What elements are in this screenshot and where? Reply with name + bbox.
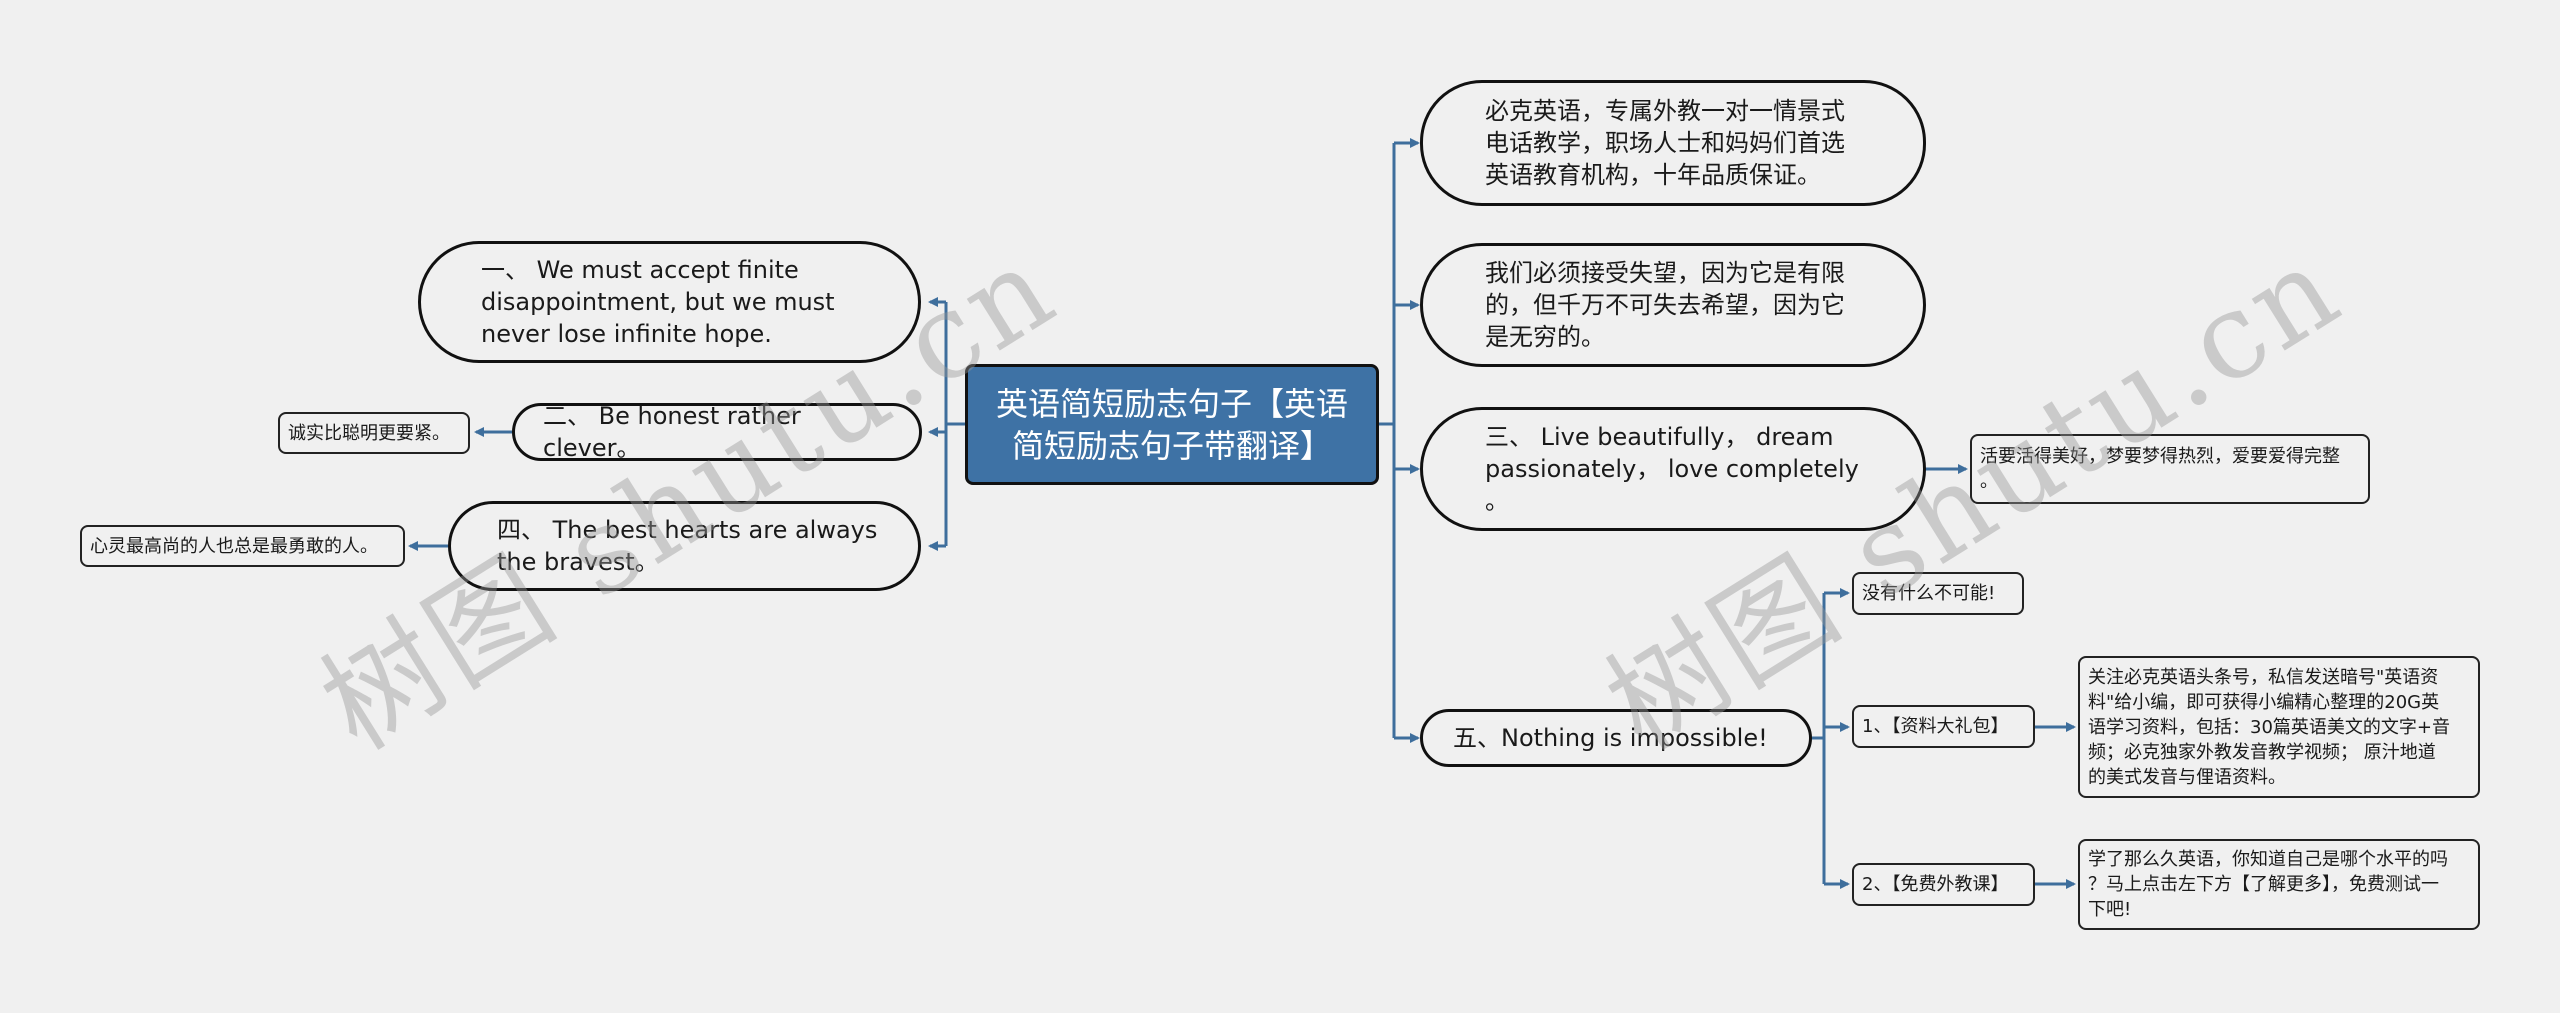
right-branch-3-child-label: 活要活得美好，梦要梦得热烈，爱要爱得完整 。 (1980, 446, 2340, 492)
right-branch-3[interactable]: 三、 Live beautifully， dream passionately，… (1420, 407, 1926, 531)
right-branch-3-label: 三、 Live beautifully， dream passionately，… (1485, 423, 1859, 515)
left-branch-4-label: 四、 The best hearts are always the braves… (497, 516, 878, 576)
left-branch-4-child-label: 心灵最高尚的人也总是最勇敢的人。 (90, 535, 378, 557)
free-class-detail-label: 学了那么久英语，你知道自己是哪个水平的吗 ？马上点击左下方【了解更多】，免费测试… (2088, 849, 2448, 920)
five-child-gift-pack[interactable]: 1、【资料大礼包】 (1852, 705, 2035, 748)
root-topic-label: 英语简短励志句子【英语简短励志句子带翻译】 (995, 384, 1348, 465)
left-branch-1-label: 一、 We must accept finite disappointment,… (481, 256, 835, 348)
right-branch-1-label: 必克英语，专属外教一对一情景式 电话教学，职场人士和妈妈们首选 英语教育机构，十… (1485, 97, 1845, 189)
five-child-impossible-label: 没有什么不可能! (1862, 583, 1996, 604)
root-topic[interactable]: 英语简短励志句子【英语简短励志句子带翻译】 (965, 364, 1379, 485)
left-branch-4[interactable]: 四、 The best hearts are always the braves… (448, 501, 921, 591)
gift-pack-detail-label: 关注必克英语头条号，私信发送暗号"英语资 料"给小编，即可获得小编精心整理的20… (2088, 666, 2450, 788)
mindmap-canvas: 英语简短励志句子【英语简短励志句子带翻译】 一、 We must accept … (0, 0, 2560, 1013)
left-branch-2-child[interactable]: 诚实比聪明更要紧。 (278, 412, 470, 454)
left-branch-4-child[interactable]: 心灵最高尚的人也总是最勇敢的人。 (80, 525, 405, 567)
free-class-detail[interactable]: 学了那么久英语，你知道自己是哪个水平的吗 ？马上点击左下方【了解更多】，免费测试… (2078, 839, 2480, 930)
right-branch-2[interactable]: 我们必须接受失望，因为它是有限 的，但千万不可失去希望，因为它 是无穷的。 (1420, 243, 1926, 367)
five-child-free-class-label: 2、【免费外教课】 (1862, 874, 2009, 895)
five-child-impossible[interactable]: 没有什么不可能! (1852, 572, 2024, 615)
left-branch-2-child-label: 诚实比聪明更要紧。 (288, 422, 450, 444)
right-branch-5-label: 五、Nothing is impossible! (1453, 724, 1768, 752)
right-branch-2-label: 我们必须接受失望，因为它是有限 的，但千万不可失去希望，因为它 是无穷的。 (1485, 259, 1845, 351)
right-branch-5[interactable]: 五、Nothing is impossible! (1420, 709, 1812, 767)
right-branch-1[interactable]: 必克英语，专属外教一对一情景式 电话教学，职场人士和妈妈们首选 英语教育机构，十… (1420, 80, 1926, 206)
gift-pack-detail[interactable]: 关注必克英语头条号，私信发送暗号"英语资 料"给小编，即可获得小编精心整理的20… (2078, 656, 2480, 798)
left-branch-1[interactable]: 一、 We must accept finite disappointment,… (418, 241, 921, 363)
right-branch-3-child[interactable]: 活要活得美好，梦要梦得热烈，爱要爱得完整 。 (1970, 434, 2370, 504)
five-child-gift-pack-label: 1、【资料大礼包】 (1862, 716, 2009, 737)
five-child-free-class[interactable]: 2、【免费外教课】 (1852, 863, 2035, 906)
left-branch-2[interactable]: 二、 Be honest rather clever。 (512, 402, 922, 462)
left-branch-2-label: 二、 Be honest rather clever。 (543, 402, 801, 462)
